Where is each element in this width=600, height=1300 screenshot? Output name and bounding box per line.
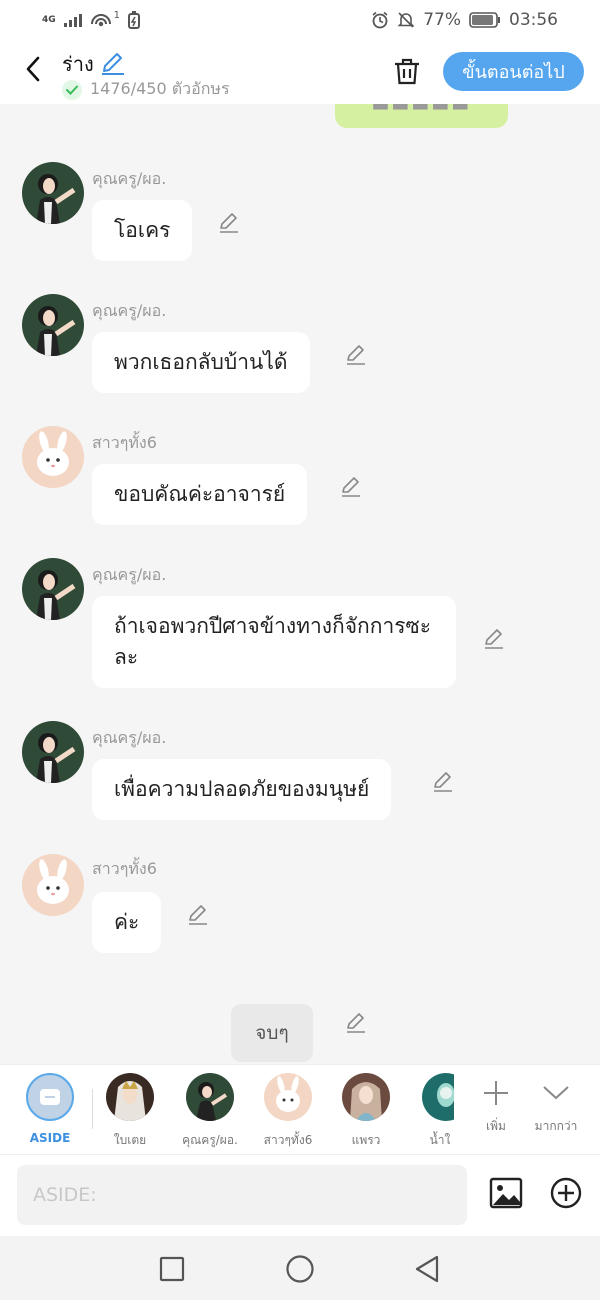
aside-icon xyxy=(26,1073,74,1121)
character-label: แพรว xyxy=(351,1133,381,1147)
home-button[interactable] xyxy=(283,1252,317,1286)
battery-percent: 77% xyxy=(423,10,461,30)
edit-pencil-icon[interactable] xyxy=(432,771,454,793)
character-praew[interactable]: แพรว xyxy=(330,1073,402,1150)
header: ร่าง 1476/450 ตัวอักษร ขั้นตอนต่อไป xyxy=(0,40,600,104)
own-message-text-cropped: ▬▬▬▬▬ xyxy=(371,104,472,116)
back-nav-button[interactable] xyxy=(410,1252,444,1286)
more-label: มากกว่า xyxy=(534,1119,578,1133)
more-button[interactable]: มากกว่า xyxy=(526,1075,586,1136)
edit-pencil-icon[interactable] xyxy=(218,212,240,234)
add-character-button[interactable]: เพิ่ม xyxy=(466,1075,526,1136)
message-bubble[interactable]: พวกเธอกลับบ้านได้ xyxy=(92,332,310,393)
message-bubble[interactable]: ค่ะ xyxy=(92,892,162,953)
character-label: ASIDE xyxy=(29,1131,71,1145)
character-label: น้ำใ xyxy=(429,1133,451,1147)
page-title[interactable]: ร่าง xyxy=(62,48,126,80)
insert-image-button[interactable] xyxy=(488,1175,524,1211)
plus-circle-icon xyxy=(550,1177,582,1209)
edit-pencil-icon[interactable] xyxy=(340,476,362,498)
battery-saver-icon xyxy=(128,11,141,29)
input-bar xyxy=(0,1154,600,1236)
triangle-back-icon xyxy=(415,1255,439,1283)
char-count: 1476/450 ตัวอักษร xyxy=(90,79,230,98)
circle-icon xyxy=(286,1255,314,1283)
message-bubble[interactable]: ถ้าเจอพวกปีศาจข้างทางก็จักการซะละ xyxy=(92,596,456,688)
message-bubble[interactable]: ขอบคัณค่ะอาจารย์ xyxy=(92,464,308,525)
chat-area[interactable]: ▬▬▬▬▬ คุณครู/ผอ. โอเคร คุณครู/ผอ. พวกเธอ… xyxy=(0,104,600,1064)
signal-icon xyxy=(63,13,82,27)
sender-name: คุณครู/ผอ. xyxy=(92,565,167,584)
network-type: 4G xyxy=(42,14,56,25)
character-aside[interactable]: ASIDE xyxy=(14,1073,86,1145)
message-bubble[interactable]: โอเคร xyxy=(92,200,193,261)
hotspot-icon xyxy=(90,14,111,27)
hotspot-count: 1 xyxy=(113,9,121,21)
clock: 03:56 xyxy=(509,10,558,30)
pencil-icon[interactable] xyxy=(100,52,126,76)
edit-pencil-icon[interactable] xyxy=(345,1012,367,1034)
character-label: สาวๆทั้ง6 xyxy=(263,1133,313,1147)
message-bubble[interactable]: เพื่อความปลอดภัยของมนุษย์ xyxy=(92,759,392,820)
check-icon xyxy=(62,79,82,100)
avatar-baitoey xyxy=(106,1073,154,1121)
delete-button[interactable] xyxy=(392,56,422,86)
avatar-girls[interactable] xyxy=(22,426,84,488)
image-icon xyxy=(489,1177,523,1209)
alarm-icon xyxy=(372,11,388,29)
battery-icon xyxy=(469,12,500,28)
recents-button[interactable] xyxy=(155,1252,189,1286)
sender-name: สาวๆทั้ง6 xyxy=(92,433,157,452)
status-bar: 4G 1 77% 03:56 xyxy=(0,0,600,40)
character-teacher[interactable]: คุณครู/ผอ. xyxy=(174,1073,246,1150)
back-button[interactable] xyxy=(18,54,48,84)
character-baitoey[interactable]: ใบเตย xyxy=(94,1073,166,1150)
avatar-teacher[interactable] xyxy=(22,721,84,783)
edit-pencil-icon[interactable] xyxy=(345,344,367,366)
plus-icon xyxy=(466,1075,526,1111)
attach-more-button[interactable] xyxy=(548,1175,584,1211)
avatar-praew xyxy=(342,1073,390,1121)
mute-icon xyxy=(397,12,415,28)
sender-name: สาวๆทั้ง6 xyxy=(92,859,157,878)
divider xyxy=(92,1089,93,1129)
avatar-teacher xyxy=(186,1073,234,1121)
system-nav-bar xyxy=(0,1236,600,1300)
narration-bubble[interactable]: จบๆ xyxy=(231,1004,313,1062)
message-input[interactable] xyxy=(17,1165,467,1225)
char-count-row: 1476/450 ตัวอักษร xyxy=(62,77,230,102)
sender-name: คุณครู/ผอ. xyxy=(92,301,167,320)
avatar-teacher[interactable] xyxy=(22,558,84,620)
status-left: 4G 1 xyxy=(42,9,141,30)
character-nam[interactable]: น้ำใ xyxy=(408,1073,454,1150)
next-step-button[interactable]: ขั้นตอนต่อไป xyxy=(443,52,584,91)
own-message-bubble[interactable]: ▬▬▬▬▬ xyxy=(335,104,508,128)
character-girls[interactable]: สาวๆทั้ง6 xyxy=(252,1073,324,1150)
sender-name: คุณครู/ผอ. xyxy=(92,169,167,188)
add-label: เพิ่ม xyxy=(486,1119,506,1133)
draft-title: ร่าง xyxy=(62,52,94,76)
avatar-teacher[interactable] xyxy=(22,162,84,224)
avatar-girls xyxy=(264,1073,312,1121)
character-label: ใบเตย xyxy=(113,1133,147,1147)
avatar-teacher[interactable] xyxy=(22,294,84,356)
avatar-girls[interactable] xyxy=(22,854,84,916)
avatar-nam xyxy=(422,1073,454,1121)
trash-icon xyxy=(395,58,419,85)
edit-pencil-icon[interactable] xyxy=(483,628,505,650)
chevron-left-icon xyxy=(26,56,40,82)
character-label: คุณครู/ผอ. xyxy=(182,1133,238,1147)
character-selector: ASIDE ใบเตย คุณครู/ผอ. สาวๆทั้ง6 แพรว น้… xyxy=(0,1064,600,1154)
status-right: 77% 03:56 xyxy=(371,10,558,30)
square-icon xyxy=(159,1256,185,1282)
edit-pencil-icon[interactable] xyxy=(187,904,209,926)
chevron-down-icon xyxy=(526,1075,586,1111)
sender-name: คุณครู/ผอ. xyxy=(92,728,167,747)
